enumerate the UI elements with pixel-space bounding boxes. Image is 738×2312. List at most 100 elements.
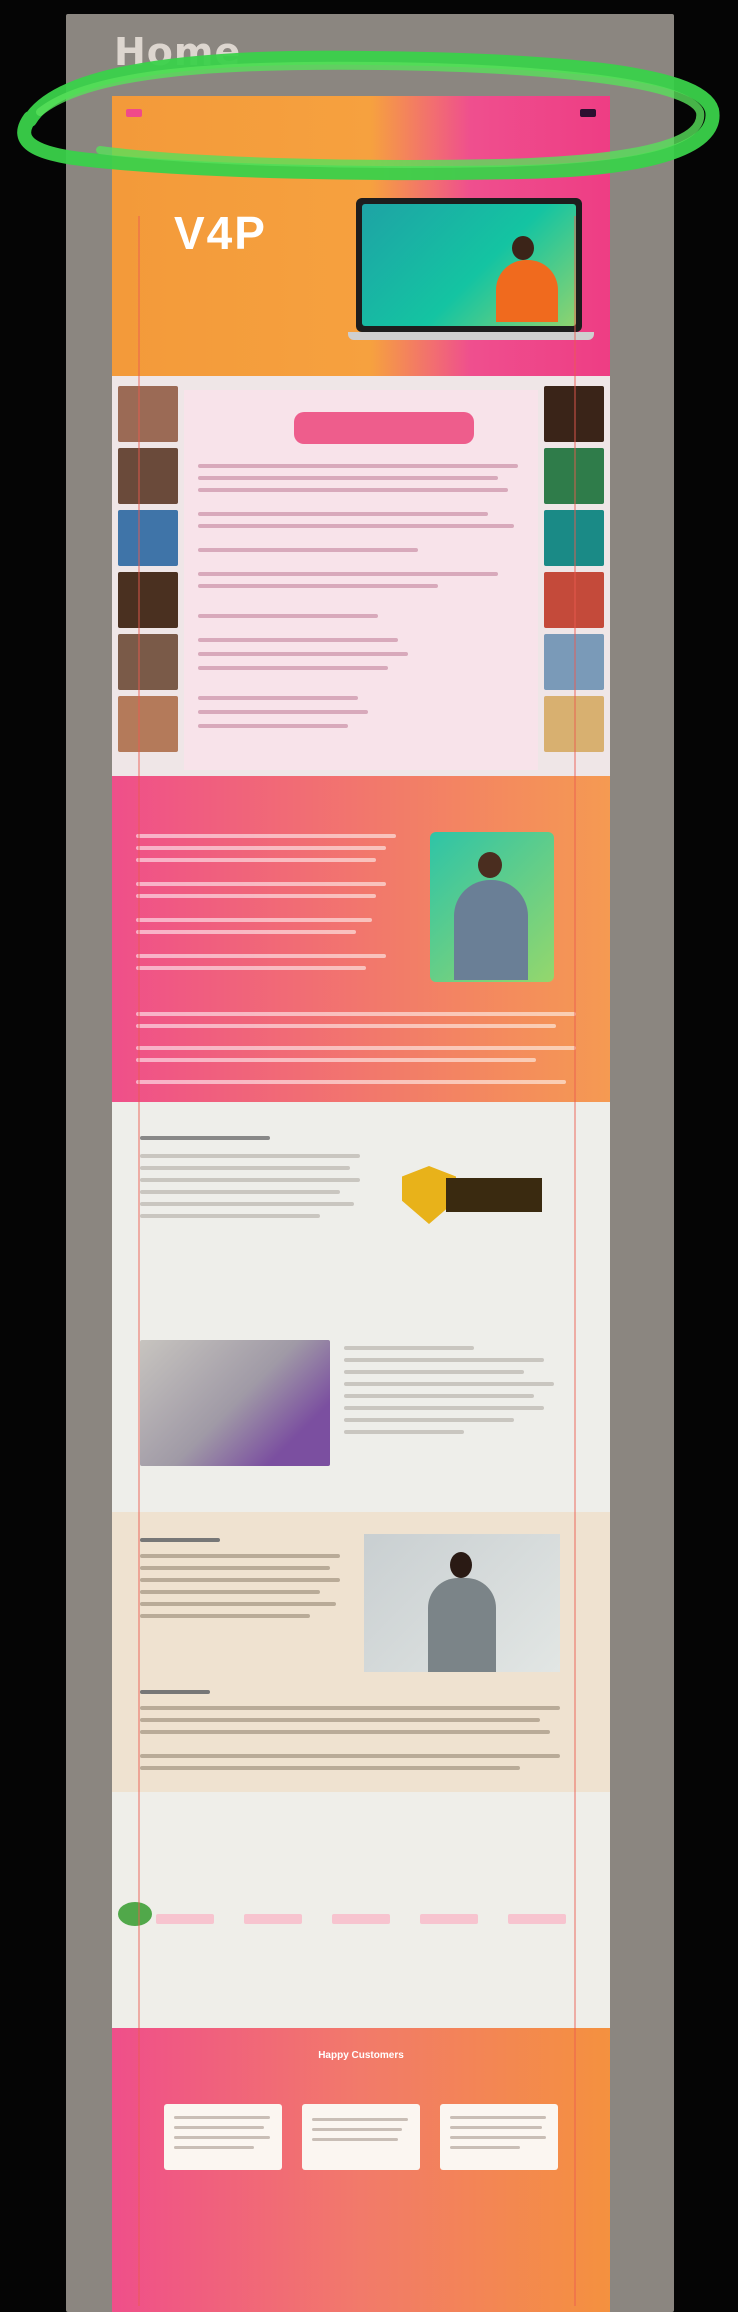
webpage: V4P Happy Customers	[112, 96, 610, 2312]
presenter-head	[512, 236, 534, 260]
layout-guide-line	[574, 216, 576, 2306]
hero-title: V4P	[174, 207, 267, 259]
avatar-thumb	[118, 572, 178, 628]
text-line	[136, 966, 366, 970]
text-line	[140, 1706, 560, 1710]
pricing-plan	[332, 1896, 412, 2006]
avatar-thumb	[118, 448, 178, 504]
text-line	[136, 882, 386, 886]
text-line	[136, 1024, 556, 1028]
text-line	[140, 1190, 340, 1194]
text-line	[174, 2136, 270, 2139]
trust-section	[112, 1102, 610, 1512]
text-line	[174, 2116, 270, 2119]
hero-section: V4P	[112, 96, 610, 376]
section-heading	[140, 1690, 210, 1694]
text-line	[136, 1012, 576, 1016]
text-line	[140, 1214, 320, 1218]
laptop-screen	[356, 198, 582, 332]
avatar-thumb	[118, 510, 178, 566]
text-line	[174, 2146, 254, 2149]
plan-buy-button[interactable]	[332, 1914, 390, 1924]
text-line	[198, 464, 518, 468]
office-team-photo	[140, 1340, 330, 1466]
text-line	[450, 2126, 542, 2129]
text-line	[198, 614, 378, 618]
text-line	[136, 894, 376, 898]
text-line	[140, 1590, 320, 1594]
discount-badge-icon	[118, 1902, 152, 1926]
text-line	[198, 524, 514, 528]
nav-links	[526, 109, 596, 117]
text-line	[198, 710, 368, 714]
plan-buy-button[interactable]	[156, 1914, 214, 1924]
text-line	[198, 512, 488, 516]
woman-holding-cash-photo	[364, 1534, 560, 1672]
text-line	[140, 1578, 340, 1582]
text-line	[344, 1346, 474, 1350]
presenter-body	[454, 880, 528, 980]
text-line	[136, 1046, 576, 1050]
text-line	[450, 2116, 546, 2119]
pricing-plan	[420, 1896, 500, 2006]
pricing-plan	[156, 1896, 236, 2006]
guarantee-ribbon	[446, 1178, 542, 1212]
text-line	[140, 1202, 354, 1206]
presenter-head	[478, 852, 502, 878]
woman-head	[450, 1552, 472, 1578]
text-line	[140, 1754, 560, 1758]
pricing-plan	[244, 1896, 324, 2006]
text-line	[174, 2126, 264, 2129]
text-line	[198, 666, 388, 670]
text-line	[198, 652, 408, 656]
text-line	[312, 2118, 408, 2121]
collage-title	[294, 412, 474, 444]
text-line	[198, 488, 508, 492]
text-line	[136, 930, 356, 934]
avatar-collage-section	[112, 376, 610, 776]
text-line	[450, 2136, 546, 2139]
text-line	[136, 858, 376, 862]
text-line	[312, 2128, 402, 2131]
text-line	[198, 572, 498, 576]
laptop-illustration	[348, 198, 594, 344]
testimonial-card	[164, 2104, 282, 2170]
plan-buy-button[interactable]	[244, 1914, 302, 1924]
text-line	[198, 724, 348, 728]
site-logo[interactable]	[126, 109, 142, 117]
pink-feature-section	[112, 776, 610, 1102]
text-line	[198, 696, 358, 700]
money-section	[112, 1512, 610, 1792]
woman-body	[428, 1578, 496, 1672]
screen-title: Home	[114, 30, 242, 74]
avatar-thumb	[118, 634, 178, 690]
monitor-screen: Home V4P Happy Customers	[66, 14, 674, 2312]
testimonials-heading: Happy Customers	[318, 2050, 404, 2061]
text-line	[344, 1370, 524, 1374]
text-line	[312, 2138, 398, 2141]
text-line	[136, 1080, 566, 1084]
text-line	[140, 1718, 540, 1722]
text-line	[450, 2146, 520, 2149]
text-line	[198, 548, 418, 552]
text-line	[344, 1418, 514, 1422]
nav-cta-button[interactable]	[580, 109, 596, 117]
top-navigation	[112, 96, 610, 130]
layout-guide-line	[138, 216, 140, 2306]
plan-buy-button[interactable]	[420, 1914, 478, 1924]
avatar-thumb	[118, 696, 178, 752]
laptop-base	[348, 332, 594, 340]
text-line	[136, 846, 386, 850]
pricing-section	[112, 1792, 610, 2028]
text-line	[140, 1614, 310, 1618]
text-line	[140, 1602, 336, 1606]
text-line	[344, 1394, 534, 1398]
pricing-plan	[508, 1896, 588, 2006]
text-line	[344, 1406, 544, 1410]
laptop-display	[362, 204, 576, 326]
text-line	[344, 1358, 544, 1362]
text-line	[344, 1430, 464, 1434]
text-line	[140, 1554, 340, 1558]
text-line	[198, 476, 498, 480]
plan-buy-button[interactable]	[508, 1914, 566, 1924]
